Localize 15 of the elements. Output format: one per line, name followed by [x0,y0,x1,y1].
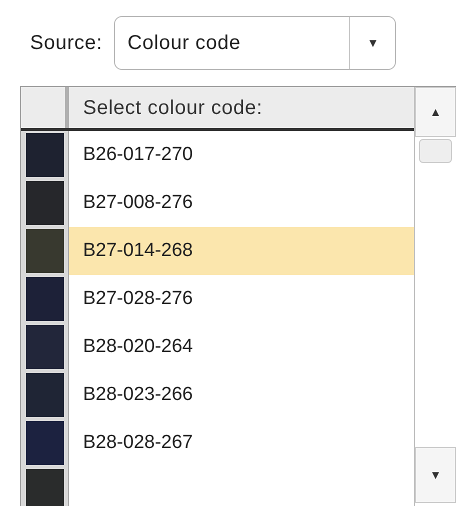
colour-code: B28-020-264 [82,334,193,359]
colour-code: B28-023-266 [82,382,193,407]
list-row[interactable]: B27-014-268 [69,227,414,275]
scroll-up-button[interactable]: ▲ [415,87,456,137]
source-dropdown[interactable]: Colour code ▼ [114,16,396,70]
dropdown-value: Colour code [126,31,242,56]
colour-code: B27-014-268 [82,238,193,263]
scrollbar-thumb[interactable] [419,139,452,163]
colour-code: B27-028-276 [82,286,193,311]
colour-code: B28-028-267 [82,430,193,455]
column-header: Select colour code: [82,96,263,120]
colour-code: B26-017-270 [82,142,193,167]
colour-code: B27-008-276 [82,190,193,215]
source-label: Source: [30,31,102,56]
scroll-down-button[interactable]: ▼ [415,447,456,503]
